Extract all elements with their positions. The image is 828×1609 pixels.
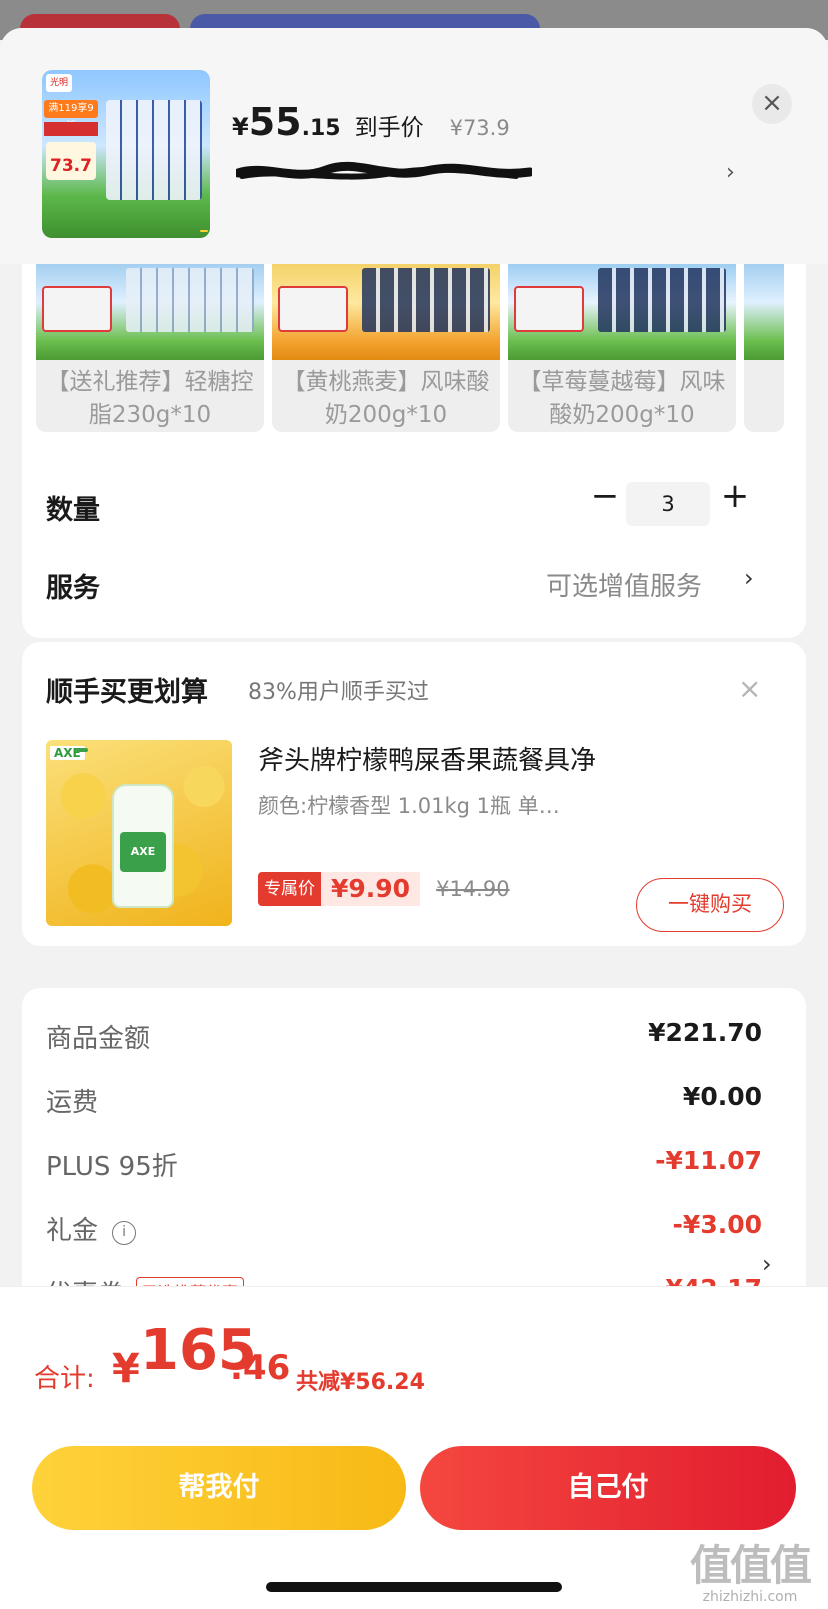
chevron-right-icon[interactable]: › bbox=[744, 564, 754, 592]
variant-option[interactable]: 【黄桃燕麦】风味酸奶200g*10 bbox=[272, 264, 500, 432]
addon-card: 顺手买更划算 83%用户顺手买过 × AXE AXE 斧头牌柠檬鸭屎香果蔬餐具净… bbox=[22, 642, 806, 946]
summary-label: 运费 bbox=[46, 1088, 99, 1118]
variant-name: 【黄桃燕麦】风味酸奶200g*10 bbox=[282, 369, 490, 428]
addon-subtitle: 83%用户顺手买过 bbox=[248, 680, 429, 705]
total-decimal: .46 bbox=[230, 1348, 291, 1388]
product-header: 光明 满119享9折 73.7 ¥ 55 .15 到手价 ¥73.9 × › bbox=[0, 28, 828, 264]
variant-image bbox=[744, 264, 784, 360]
summary-label: 礼金 bbox=[46, 1216, 99, 1246]
addon-product-name[interactable]: 斧头牌柠檬鸭屎香果蔬餐具净 bbox=[258, 740, 596, 777]
variant-image bbox=[508, 264, 736, 360]
addon-product-spec: 颜色:柠檬香型 1.01kg 1瓶 单… bbox=[258, 794, 560, 818]
service-selector[interactable]: 可选增值服务 bbox=[546, 566, 702, 603]
variant-option[interactable]: 【送礼推荐】轻糖控脂230g*10 bbox=[36, 264, 264, 432]
total-savings: 共减¥56.24 bbox=[296, 1370, 425, 1395]
addon-title: 顺手买更划算 bbox=[46, 677, 208, 708]
variant-option-partial[interactable] bbox=[744, 264, 784, 432]
close-icon[interactable]: × bbox=[752, 84, 792, 124]
variant-option[interactable]: 【草莓蔓越莓】风味酸奶200g*10 bbox=[508, 264, 736, 432]
home-indicator[interactable] bbox=[266, 1582, 562, 1592]
addon-product-image[interactable]: AXE AXE bbox=[46, 740, 232, 926]
promo-strip bbox=[44, 122, 98, 136]
price-decimal: .15 bbox=[301, 116, 341, 141]
summary-row: PLUS 95折 -¥11.07 bbox=[46, 1146, 762, 1186]
product-boxes-image bbox=[106, 100, 202, 200]
chevron-right-icon[interactable]: › bbox=[726, 160, 735, 185]
exclusive-price-badge: 专属价 bbox=[258, 872, 321, 906]
one-click-buy-button[interactable]: 一键购买 bbox=[636, 878, 784, 932]
summary-label: 商品金额 bbox=[46, 1024, 151, 1054]
price-label: 到手价 bbox=[354, 115, 424, 141]
summary-row: 商品金额 ¥221.70 bbox=[46, 1018, 762, 1058]
watermark-logo: 值值值 bbox=[689, 1541, 812, 1590]
close-icon[interactable]: × bbox=[738, 672, 761, 705]
original-price: ¥73.9 bbox=[449, 116, 510, 140]
thumbnail-price: 73.7 bbox=[46, 142, 96, 180]
quantity-label: 数量 bbox=[46, 495, 100, 526]
spec-card: 【送礼推荐】轻糖控脂230g*10 【黄桃燕麦】风味酸奶200g*10 【草莓蔓… bbox=[22, 264, 806, 638]
chevron-right-icon[interactable]: › bbox=[762, 1250, 772, 1278]
watermark: 值值值 zhizhizhi.com bbox=[680, 1532, 820, 1605]
redacted-product-title bbox=[236, 161, 532, 180]
summary-value: -¥11.07 bbox=[655, 1146, 762, 1175]
promo-banner: 满119享9折 bbox=[44, 100, 98, 132]
total-label: 合计: bbox=[34, 1364, 95, 1394]
summary-row: 礼金 i -¥3.00 bbox=[46, 1210, 762, 1250]
price-integer: 55 bbox=[248, 100, 302, 144]
summary-row: 运费 ¥0.00 bbox=[46, 1082, 762, 1122]
product-thumbnail[interactable]: 光明 满119享9折 73.7 bbox=[42, 70, 210, 238]
summary-value: ¥0.00 bbox=[682, 1082, 762, 1111]
quantity-decrease-button[interactable]: − bbox=[588, 476, 622, 516]
variant-name: 【草莓蔓越莓】风味酸奶200g*10 bbox=[518, 369, 726, 428]
summary-label-wrap: 礼金 i bbox=[46, 1210, 137, 1247]
help-me-pay-button[interactable]: 帮我付 bbox=[32, 1446, 406, 1530]
thumbnail-tag bbox=[200, 230, 208, 232]
service-label: 服务 bbox=[46, 573, 100, 604]
quantity-increase-button[interactable]: + bbox=[718, 476, 752, 516]
pay-myself-button[interactable]: 自己付 bbox=[420, 1446, 796, 1530]
addon-price-value: ¥9.90 bbox=[321, 872, 421, 906]
brand-logo: 光明 bbox=[46, 74, 72, 92]
final-price: ¥ 55 .15 到手价 ¥73.9 bbox=[232, 100, 510, 144]
addon-original-price: ¥14.90 bbox=[436, 877, 510, 901]
image-sticker bbox=[76, 748, 88, 752]
info-icon[interactable]: i bbox=[112, 1221, 137, 1245]
addon-price: 专属价 ¥9.90 ¥14.90 bbox=[258, 872, 510, 906]
currency-symbol: ¥ bbox=[232, 113, 249, 141]
summary-value: ¥221.70 bbox=[648, 1018, 762, 1047]
price-summary-card: 商品金额 ¥221.70 运费 ¥0.00 PLUS 95折 -¥11.07 礼… bbox=[22, 988, 806, 1318]
quantity-input[interactable] bbox=[626, 482, 710, 526]
variant-name: 【送礼推荐】轻糖控脂230g*10 bbox=[46, 369, 254, 428]
summary-label: PLUS 95折 bbox=[46, 1152, 178, 1182]
summary-value: -¥3.00 bbox=[672, 1210, 762, 1239]
total-currency: ¥ bbox=[112, 1346, 140, 1392]
bottle-label: AXE bbox=[120, 832, 166, 872]
bottle-image: AXE bbox=[112, 784, 174, 908]
variant-image bbox=[36, 264, 264, 360]
variant-image bbox=[272, 264, 500, 360]
